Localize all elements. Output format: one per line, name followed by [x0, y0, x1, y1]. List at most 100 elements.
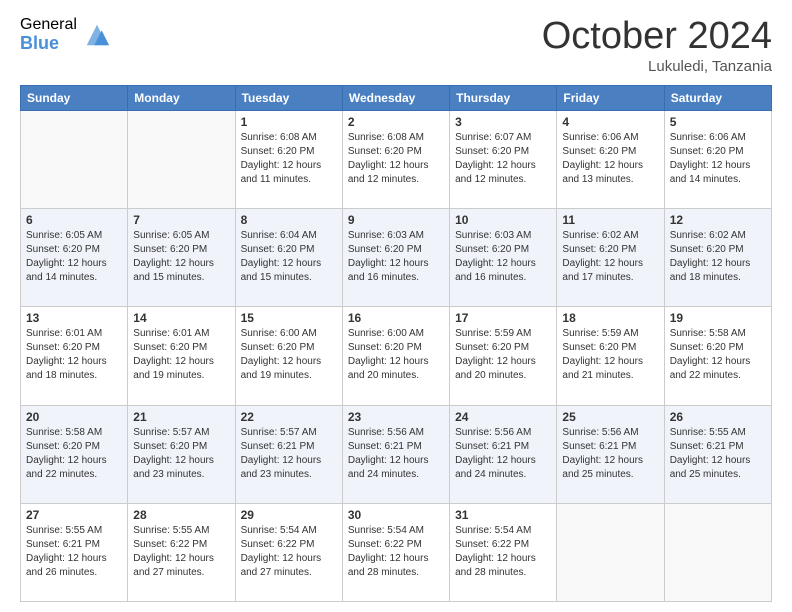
- th-monday: Monday: [128, 85, 235, 110]
- table-row: 22 Sunrise: 5:57 AMSunset: 6:21 PMDayligh…: [235, 405, 342, 503]
- day-info: Sunrise: 5:55 AMSunset: 6:21 PMDaylight:…: [670, 426, 766, 482]
- day-info: Sunrise: 5:59 AMSunset: 6:20 PMDaylight:…: [562, 327, 658, 383]
- table-row: 8 Sunrise: 6:04 AMSunset: 6:20 PMDaylight…: [235, 209, 342, 307]
- table-row: 2 Sunrise: 6:08 AMSunset: 6:20 PMDaylight…: [342, 110, 449, 208]
- logo-general: General: [20, 16, 77, 34]
- day-number: 23: [348, 410, 444, 424]
- day-number: 13: [26, 311, 122, 325]
- day-info: Sunrise: 6:05 AMSunset: 6:20 PMDaylight:…: [26, 229, 122, 285]
- day-number: 16: [348, 311, 444, 325]
- day-number: 17: [455, 311, 551, 325]
- day-info: Sunrise: 5:58 AMSunset: 6:20 PMDaylight:…: [670, 327, 766, 383]
- table-row: 23 Sunrise: 5:56 AMSunset: 6:21 PMDayligh…: [342, 405, 449, 503]
- day-info: Sunrise: 5:56 AMSunset: 6:21 PMDaylight:…: [455, 426, 551, 482]
- page: General Blue October 2024 Lukuledi, Tanz…: [0, 0, 792, 612]
- day-info: Sunrise: 5:55 AMSunset: 6:21 PMDaylight:…: [26, 524, 122, 580]
- day-info: Sunrise: 6:03 AMSunset: 6:20 PMDaylight:…: [348, 229, 444, 285]
- table-row: 21 Sunrise: 5:57 AMSunset: 6:20 PMDayligh…: [128, 405, 235, 503]
- day-number: 2: [348, 115, 444, 129]
- table-row: 1 Sunrise: 6:08 AMSunset: 6:20 PMDaylight…: [235, 110, 342, 208]
- day-number: 4: [562, 115, 658, 129]
- table-row: 4 Sunrise: 6:06 AMSunset: 6:20 PMDaylight…: [557, 110, 664, 208]
- day-info: Sunrise: 5:57 AMSunset: 6:20 PMDaylight:…: [133, 426, 229, 482]
- day-info: Sunrise: 5:54 AMSunset: 6:22 PMDaylight:…: [455, 524, 551, 580]
- table-row: 29 Sunrise: 5:54 AMSunset: 6:22 PMDayligh…: [235, 503, 342, 601]
- table-row: 24 Sunrise: 5:56 AMSunset: 6:21 PMDayligh…: [450, 405, 557, 503]
- day-number: 10: [455, 213, 551, 227]
- table-row: 28Sunrise: 5:55 AMSunset: 6:22 PMDayligh…: [128, 503, 235, 601]
- day-info: Sunrise: 6:03 AMSunset: 6:20 PMDaylight:…: [455, 229, 551, 285]
- calendar-header-row: Sunday Monday Tuesday Wednesday Thursday…: [21, 85, 772, 110]
- day-info: Sunrise: 6:08 AMSunset: 6:20 PMDaylight:…: [348, 131, 444, 187]
- day-number: 20: [26, 410, 122, 424]
- th-wednesday: Wednesday: [342, 85, 449, 110]
- table-row: 27Sunrise: 5:55 AMSunset: 6:21 PMDayligh…: [21, 503, 128, 601]
- calendar-week-row: 27Sunrise: 5:55 AMSunset: 6:21 PMDayligh…: [21, 503, 772, 601]
- day-info: Sunrise: 5:54 AMSunset: 6:22 PMDaylight:…: [241, 524, 337, 580]
- table-row: 3Sunrise: 6:07 AMSunset: 6:20 PMDaylight…: [450, 110, 557, 208]
- calendar-table: Sunday Monday Tuesday Wednesday Thursday…: [20, 85, 772, 602]
- table-row: 31Sunrise: 5:54 AMSunset: 6:22 PMDayligh…: [450, 503, 557, 601]
- table-row: 13Sunrise: 6:01 AMSunset: 6:20 PMDayligh…: [21, 307, 128, 405]
- day-info: Sunrise: 6:05 AMSunset: 6:20 PMDaylight:…: [133, 229, 229, 285]
- day-number: 12: [670, 213, 766, 227]
- table-row: 6 Sunrise: 6:05 AMSunset: 6:20 PMDaylight…: [21, 209, 128, 307]
- logo: General Blue: [20, 16, 111, 53]
- day-number: 26: [670, 410, 766, 424]
- day-info: Sunrise: 5:57 AMSunset: 6:21 PMDaylight:…: [241, 426, 337, 482]
- day-info: Sunrise: 5:55 AMSunset: 6:22 PMDaylight:…: [133, 524, 229, 580]
- day-info: Sunrise: 5:56 AMSunset: 6:21 PMDaylight:…: [348, 426, 444, 482]
- day-number: 8: [241, 213, 337, 227]
- table-row: 25 Sunrise: 5:56 AMSunset: 6:21 PMDayligh…: [557, 405, 664, 503]
- table-row: 18 Sunrise: 5:59 AMSunset: 6:20 PMDayligh…: [557, 307, 664, 405]
- day-number: 19: [670, 311, 766, 325]
- day-info: Sunrise: 5:59 AMSunset: 6:20 PMDaylight:…: [455, 327, 551, 383]
- table-row: 20Sunrise: 5:58 AMSunset: 6:20 PMDayligh…: [21, 405, 128, 503]
- day-info: Sunrise: 6:04 AMSunset: 6:20 PMDaylight:…: [241, 229, 337, 285]
- table-row: [128, 110, 235, 208]
- day-info: Sunrise: 6:00 AMSunset: 6:20 PMDaylight:…: [348, 327, 444, 383]
- table-row: 26 Sunrise: 5:55 AMSunset: 6:21 PMDayligh…: [664, 405, 771, 503]
- table-row: [664, 503, 771, 601]
- day-number: 6: [26, 213, 122, 227]
- logo-text: General Blue: [20, 16, 77, 53]
- table-row: 15Sunrise: 6:00 AMSunset: 6:20 PMDayligh…: [235, 307, 342, 405]
- day-number: 21: [133, 410, 229, 424]
- day-number: 22: [241, 410, 337, 424]
- table-row: [557, 503, 664, 601]
- day-number: 30: [348, 508, 444, 522]
- day-info: Sunrise: 6:02 AMSunset: 6:20 PMDaylight:…: [562, 229, 658, 285]
- table-row: 10 Sunrise: 6:03 AMSunset: 6:20 PMDayligh…: [450, 209, 557, 307]
- day-info: Sunrise: 6:02 AMSunset: 6:20 PMDaylight:…: [670, 229, 766, 285]
- table-row: 5Sunrise: 6:06 AMSunset: 6:20 PMDaylight…: [664, 110, 771, 208]
- day-number: 24: [455, 410, 551, 424]
- day-info: Sunrise: 6:06 AMSunset: 6:20 PMDaylight:…: [562, 131, 658, 187]
- day-info: Sunrise: 5:56 AMSunset: 6:21 PMDaylight:…: [562, 426, 658, 482]
- table-row: 16 Sunrise: 6:00 AMSunset: 6:20 PMDayligh…: [342, 307, 449, 405]
- day-number: 1: [241, 115, 337, 129]
- table-row: 7Sunrise: 6:05 AMSunset: 6:20 PMDaylight…: [128, 209, 235, 307]
- month-title: October 2024: [542, 16, 772, 58]
- table-row: 17 Sunrise: 5:59 AMSunset: 6:20 PMDayligh…: [450, 307, 557, 405]
- day-number: 18: [562, 311, 658, 325]
- th-friday: Friday: [557, 85, 664, 110]
- calendar-week-row: 13Sunrise: 6:01 AMSunset: 6:20 PMDayligh…: [21, 307, 772, 405]
- header: General Blue October 2024 Lukuledi, Tanz…: [20, 16, 772, 75]
- day-info: Sunrise: 6:07 AMSunset: 6:20 PMDaylight:…: [455, 131, 551, 187]
- day-number: 9: [348, 213, 444, 227]
- table-row: 12 Sunrise: 6:02 AMSunset: 6:20 PMDayligh…: [664, 209, 771, 307]
- table-row: 9 Sunrise: 6:03 AMSunset: 6:20 PMDaylight…: [342, 209, 449, 307]
- th-saturday: Saturday: [664, 85, 771, 110]
- day-info: Sunrise: 6:08 AMSunset: 6:20 PMDaylight:…: [241, 131, 337, 187]
- day-info: Sunrise: 5:54 AMSunset: 6:22 PMDaylight:…: [348, 524, 444, 580]
- table-row: 30 Sunrise: 5:54 AMSunset: 6:22 PMDayligh…: [342, 503, 449, 601]
- calendar-week-row: 6 Sunrise: 6:05 AMSunset: 6:20 PMDaylight…: [21, 209, 772, 307]
- logo-icon: [83, 21, 111, 49]
- day-number: 11: [562, 213, 658, 227]
- calendar-week-row: 20Sunrise: 5:58 AMSunset: 6:20 PMDayligh…: [21, 405, 772, 503]
- day-number: 5: [670, 115, 766, 129]
- table-row: 14Sunrise: 6:01 AMSunset: 6:20 PMDayligh…: [128, 307, 235, 405]
- th-sunday: Sunday: [21, 85, 128, 110]
- day-number: 25: [562, 410, 658, 424]
- day-number: 29: [241, 508, 337, 522]
